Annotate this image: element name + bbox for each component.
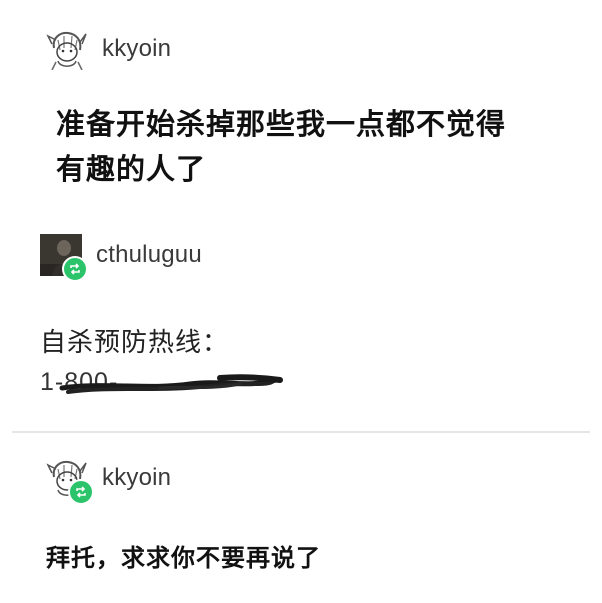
avatar[interactable]: [46, 457, 94, 505]
username[interactable]: kkyoin: [102, 35, 171, 63]
sketch-character-avatar-icon: [46, 28, 88, 70]
redaction-scribble: [59, 374, 283, 394]
reblog-thread: kkyoin 准备开始杀掉那些我一点都不觉得 有趣的人了 cthuluguu 自…: [0, 0, 602, 603]
post-1-header: kkyoin: [46, 28, 171, 70]
reblog-icon: [62, 256, 88, 282]
reblog-icon: [68, 479, 94, 505]
post-1-text: 准备开始杀掉那些我一点都不觉得 有趣的人了: [56, 102, 506, 192]
divider: [12, 431, 590, 433]
post-2-header: cthuluguu: [40, 234, 202, 282]
avatar[interactable]: [40, 234, 88, 282]
post-3-text: 拜托，求求你不要再说了: [46, 544, 321, 572]
post-1-text-line-2: 有趣的人了: [56, 152, 207, 186]
redacted-phone-number: 1-800-: [40, 368, 300, 404]
avatar[interactable]: [46, 28, 88, 70]
post-1-text-line-1: 准备开始杀掉那些我一点都不觉得: [56, 107, 507, 141]
post-3-header: kkyoin: [46, 457, 171, 505]
post-2-text: 自杀预防热线：: [40, 328, 230, 358]
username[interactable]: cthuluguu: [96, 241, 202, 269]
username[interactable]: kkyoin: [102, 464, 171, 492]
